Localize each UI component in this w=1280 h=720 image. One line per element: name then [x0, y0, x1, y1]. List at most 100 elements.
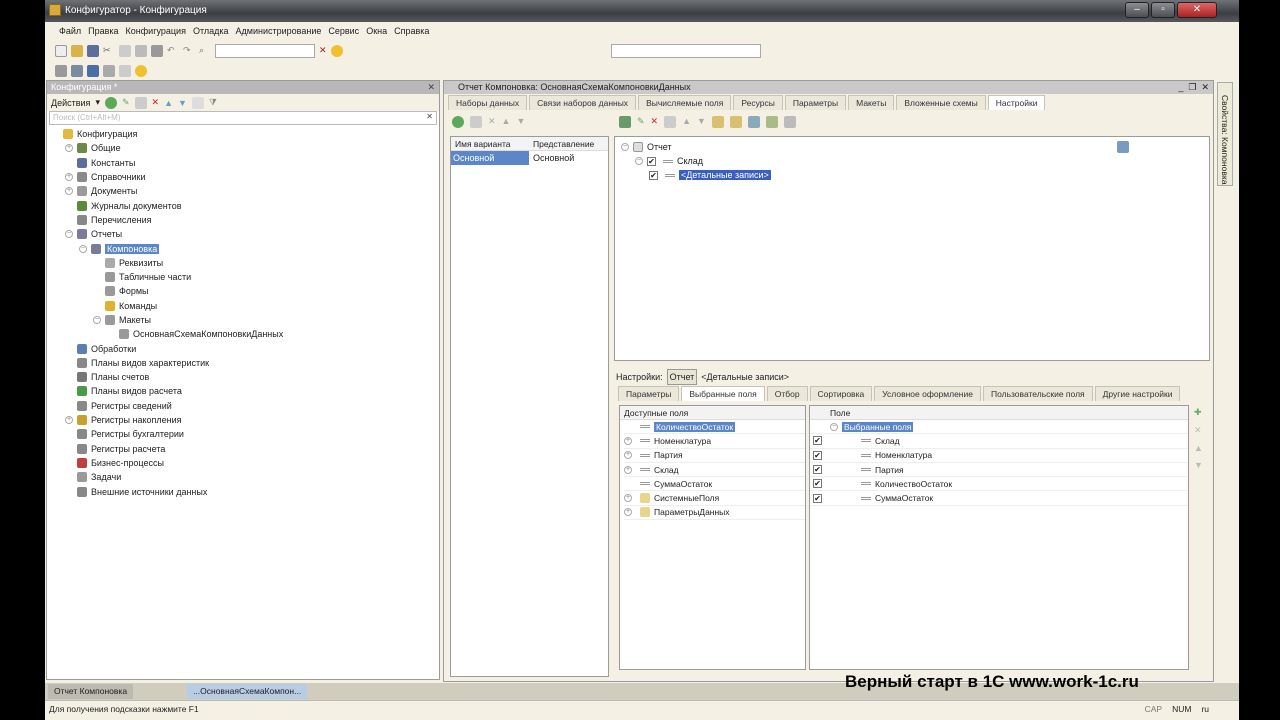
structure-root[interactable]: − Отчет	[621, 140, 1203, 154]
window-controls[interactable]: _ ❐ ✕	[1178, 82, 1209, 93]
settings-tab-5[interactable]: Пользовательские поля	[982, 386, 1093, 401]
save-icon[interactable]	[87, 44, 99, 57]
menu-item[interactable]: Файл	[59, 26, 81, 36]
tree-item[interactable]: Перечисления	[51, 213, 435, 227]
nested2-icon[interactable]	[783, 116, 796, 128]
find-icon[interactable]: ⌕	[199, 45, 211, 57]
copy-icon[interactable]	[664, 116, 677, 128]
down-icon[interactable]: ▼	[697, 116, 706, 128]
up-icon[interactable]: ▲	[502, 116, 511, 128]
minimize-button[interactable]: –	[1125, 2, 1149, 18]
available-field[interactable]: КоличествоОстаток	[624, 420, 805, 435]
expand-icon[interactable]: +	[624, 436, 632, 445]
tab-0[interactable]: Наборы данных	[448, 95, 528, 110]
debug-icon[interactable]	[119, 64, 131, 77]
move-down-icon[interactable]: ▼	[1194, 460, 1203, 470]
settings-tab-4[interactable]: Условное оформление	[874, 386, 981, 401]
field-checkbox[interactable]: ✔	[813, 436, 822, 446]
available-field[interactable]: + Склад	[624, 463, 805, 478]
group-icon[interactable]	[711, 116, 724, 128]
details-checkbox[interactable]: ✔	[649, 170, 658, 180]
window-icon[interactable]	[103, 64, 115, 77]
layout-icon[interactable]	[1117, 141, 1129, 153]
tab-3[interactable]: Ресурсы	[733, 95, 783, 110]
tab-7[interactable]: Настройки	[987, 95, 1046, 110]
properties-icon[interactable]	[71, 64, 83, 77]
tree-item[interactable]: Формы	[51, 284, 435, 298]
clear-icon[interactable]: ✕	[319, 45, 327, 56]
module-combo[interactable]	[610, 43, 761, 58]
menu-item[interactable]: Отладка	[193, 26, 229, 36]
settings-tab-3[interactable]: Сортировка	[809, 386, 873, 401]
taskbar-item-report[interactable]: Отчет Компоновка	[48, 684, 134, 699]
table-row[interactable]: Основной Основной	[451, 151, 608, 165]
tree-item[interactable]: Планы счетов	[51, 370, 435, 384]
expand-icon[interactable]: +	[624, 494, 632, 503]
field-checkbox[interactable]: ✔	[813, 465, 822, 475]
selected-field[interactable]: ✔ СуммаОстаток	[810, 491, 1188, 506]
tab-5[interactable]: Макеты	[848, 95, 895, 110]
nested-icon[interactable]	[765, 116, 778, 128]
move-up-icon[interactable]: ▲	[164, 98, 173, 108]
crumb-report[interactable]: Отчет	[666, 369, 698, 385]
menu-item[interactable]: Конфигурация	[126, 26, 186, 36]
menu-item[interactable]: Справка	[394, 26, 429, 36]
tree-item[interactable]: Регистры расчета	[51, 442, 435, 456]
menu-item[interactable]: Сервис	[328, 26, 359, 36]
selected-field[interactable]: ✔ Склад	[810, 434, 1188, 449]
selected-field[interactable]: ✔ КоличествоОстаток	[810, 477, 1188, 492]
structure-group[interactable]: − ✔ Склад	[621, 154, 1203, 168]
list-icon[interactable]	[191, 96, 204, 109]
maximize-button[interactable]: ▫	[1151, 2, 1175, 18]
chart-icon[interactable]	[747, 116, 760, 128]
copy-icon[interactable]	[119, 44, 131, 57]
field-checkbox[interactable]: ✔	[813, 493, 822, 503]
tab-6[interactable]: Вложенные схемы	[896, 95, 986, 110]
tree-item[interactable]: Табличные части	[51, 270, 435, 284]
group-checkbox[interactable]: ✔	[647, 156, 656, 166]
tree-item[interactable]: Константы	[51, 156, 435, 170]
copy-icon[interactable]	[134, 96, 147, 109]
delete-field-icon[interactable]: ✕	[1194, 425, 1203, 436]
language-indicator[interactable]: ru	[1201, 704, 1209, 714]
tree-item[interactable]: Обработки	[51, 341, 435, 355]
tab-4[interactable]: Параметры	[784, 95, 847, 110]
expand-icon[interactable]: +	[65, 173, 73, 182]
tree-icon[interactable]	[55, 64, 67, 77]
database-icon[interactable]	[87, 64, 99, 77]
add-variant-icon[interactable]	[452, 116, 464, 128]
search-combo[interactable]	[215, 43, 315, 58]
tree-item[interactable]: Журналы документов	[51, 198, 435, 212]
expand-icon[interactable]: +	[65, 416, 73, 425]
copy-variant-icon[interactable]	[470, 116, 482, 128]
expand-icon[interactable]: −	[79, 244, 87, 253]
available-field[interactable]: + Номенклатура	[624, 434, 805, 449]
delete-variant-icon[interactable]: ✕	[488, 116, 496, 128]
expand-icon[interactable]: +	[624, 465, 632, 474]
tree-item[interactable]: − Отчеты	[51, 227, 435, 241]
selected-group[interactable]: − Выбранные поля	[810, 420, 1188, 435]
add-icon[interactable]	[104, 96, 117, 109]
field-checkbox[interactable]: ✔	[813, 479, 822, 489]
structure-details[interactable]: ✔ <Детальные записи>	[621, 168, 1203, 182]
tree-item[interactable]: Бизнес-процессы	[51, 456, 435, 470]
expand-icon[interactable]: +	[65, 187, 73, 196]
filter-icon[interactable]: ⧩	[209, 97, 217, 108]
tab-2[interactable]: Вычисляемые поля	[638, 95, 732, 110]
paste-icon[interactable]	[135, 44, 147, 57]
expand-icon[interactable]: −	[65, 230, 73, 239]
menu-item[interactable]: Правка	[88, 26, 118, 36]
field-checkbox[interactable]: ✔	[813, 450, 822, 460]
help-icon[interactable]	[330, 44, 343, 57]
clear-search-icon[interactable]: ✕	[426, 112, 433, 121]
table-icon[interactable]	[729, 116, 742, 128]
expand-icon[interactable]: +	[624, 508, 632, 517]
tree-item[interactable]: Задачи	[51, 470, 435, 484]
settings-tab-0[interactable]: Параметры	[618, 386, 680, 401]
selected-field[interactable]: ✔ Партия	[810, 463, 1188, 478]
taskbar-item-schema[interactable]: ...ОсновнаяСхемаКомпон...	[187, 684, 308, 699]
tree-item[interactable]: Планы видов характеристик	[51, 356, 435, 370]
run-icon[interactable]	[135, 64, 147, 77]
tree-item[interactable]: + Справочники	[51, 170, 435, 184]
selected-field[interactable]: ✔ Номенклатура	[810, 449, 1188, 463]
